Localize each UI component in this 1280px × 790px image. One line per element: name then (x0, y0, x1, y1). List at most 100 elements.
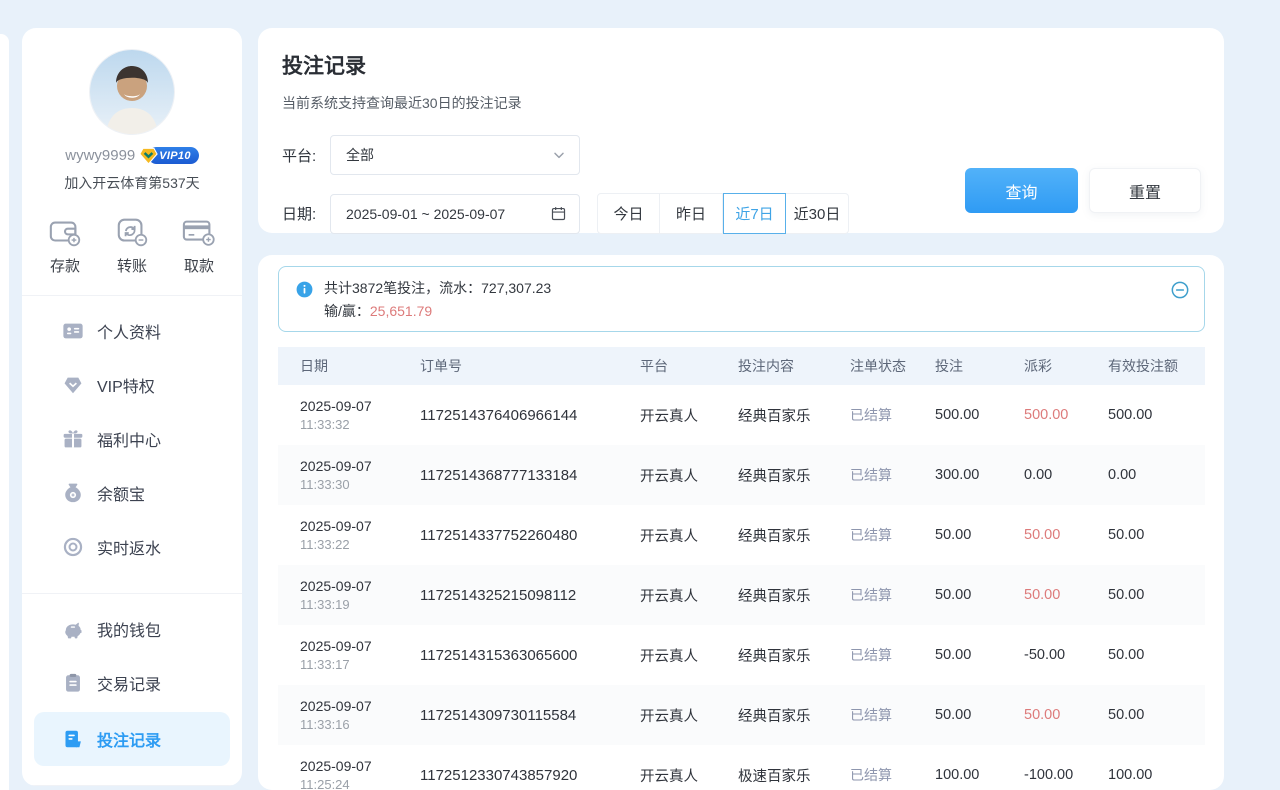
date-range-value: 2025-09-01 ~ 2025-09-07 (346, 206, 505, 222)
table-row: 2025-09-07 11:25:24 1172512330743857920 … (278, 745, 1205, 790)
filter-card: 投注记录 当前系统支持查询最近30日的投注记录 平台: 全部 日期: 2025-… (258, 28, 1224, 233)
cell-valid-amount: 50.00 (1108, 707, 1205, 723)
cell-bet-content: 极速百家乐 (738, 765, 850, 786)
cell-bet-content: 经典百家乐 (738, 705, 850, 726)
sidebar-item-label: 投注记录 (97, 727, 161, 751)
sidebar-nav-secondary: 我的钱包 交易记录 投注记录 (22, 602, 242, 766)
platform-select-value: 全部 (346, 145, 374, 165)
cell-bet-amount: 50.00 (935, 587, 1024, 603)
cell-date: 2025-09-07 11:33:16 (300, 697, 420, 734)
cell-valid-amount: 100.00 (1108, 767, 1205, 783)
vip-gem-icon (138, 145, 159, 166)
gem-icon (62, 374, 84, 396)
page-title: 投注记录 (282, 50, 1200, 80)
cell-platform: 开云真人 (640, 705, 738, 726)
table-body: 2025-09-07 11:33:32 1172514376406966144 … (278, 385, 1205, 790)
deposit-wallet-icon (46, 215, 84, 249)
platform-select[interactable]: 全部 (330, 135, 580, 175)
winloss-label: 输/赢： (324, 303, 370, 319)
sidebar-item-yuebao[interactable]: 余额宝 (22, 466, 242, 520)
sidebar-item-rebate[interactable]: 实时返水 (22, 520, 242, 574)
cell-status: 已结算 (850, 585, 935, 605)
cell-order-number: 1172514325215098112 (420, 587, 640, 604)
range-today-button[interactable]: 今日 (597, 193, 660, 234)
sidebar-divider (22, 785, 242, 786)
cell-bet-content: 经典百家乐 (738, 585, 850, 606)
quick-range-group: 今日 昨日 近7日 近30日 (597, 193, 849, 234)
cell-order-number: 1172514309730115584 (420, 707, 640, 724)
cell-valid-amount: 50.00 (1108, 587, 1205, 603)
transfer-icon (113, 215, 151, 249)
cell-payout: 50.00 (1024, 707, 1108, 723)
cell-date: 2025-09-07 11:33:30 (300, 457, 420, 494)
table-row: 2025-09-07 11:33:19 1172514325215098112 … (278, 565, 1205, 625)
gift-icon (62, 428, 84, 450)
sidebar-item-vip[interactable]: VIP特权 (22, 358, 242, 412)
table-row: 2025-09-07 11:33:32 1172514376406966144 … (278, 385, 1205, 445)
page-subtitle: 当前系统支持查询最近30日的投注记录 (282, 93, 1200, 113)
date-range-input[interactable]: 2025-09-01 ~ 2025-09-07 (330, 194, 580, 234)
sidebar-item-transactions[interactable]: 交易记录 (22, 656, 242, 710)
cell-platform: 开云真人 (640, 765, 738, 786)
withdraw-button[interactable]: 取款 (180, 215, 218, 276)
info-icon (295, 280, 314, 299)
cell-bet-amount: 100.00 (935, 767, 1024, 783)
sidebar-item-benefits[interactable]: 福利中心 (22, 412, 242, 466)
transfer-button[interactable]: 转账 (113, 215, 151, 276)
sidebar-item-label: 余额宝 (97, 481, 145, 505)
cell-platform: 开云真人 (640, 585, 738, 606)
sidebar-item-label: 实时返水 (97, 535, 161, 559)
table-row: 2025-09-07 11:33:30 1172514368777133184 … (278, 445, 1205, 505)
table-header: 日期 订单号 平台 投注内容 注单状态 投注 派彩 有效投注额 (278, 347, 1205, 385)
sidebar-item-label: 我的钱包 (97, 617, 161, 641)
winloss-value: 25,651.79 (370, 303, 432, 319)
sidebar-item-wallet[interactable]: 我的钱包 (22, 602, 242, 656)
collapse-minus-icon[interactable] (1170, 280, 1190, 300)
sidebar-item-label: 个人资料 (97, 319, 161, 343)
platform-label: 平台: (282, 145, 330, 166)
cell-bet-amount: 500.00 (935, 407, 1024, 423)
table-row: 2025-09-07 11:33:22 1172514337752260480 … (278, 505, 1205, 565)
cell-payout: 50.00 (1024, 587, 1108, 603)
sidebar-item-label: 交易记录 (97, 671, 161, 695)
cell-payout: 50.00 (1024, 527, 1108, 543)
transfer-label: 转账 (117, 255, 147, 276)
sidebar-item-profile[interactable]: 个人资料 (22, 304, 242, 358)
cell-payout: -50.00 (1024, 647, 1108, 663)
records-card: 共计3872笔投注，流水：727,307.23 输/赢：25,651.79 日期… (258, 255, 1224, 790)
range-30days-button[interactable]: 近30日 (786, 193, 849, 234)
withdraw-label: 取款 (184, 255, 214, 276)
cell-bet-amount: 50.00 (935, 527, 1024, 543)
cell-status: 已结算 (850, 765, 935, 785)
cell-valid-amount: 50.00 (1108, 647, 1205, 663)
cell-order-number: 1172514368777133184 (420, 467, 640, 484)
reset-button[interactable]: 重置 (1089, 168, 1201, 213)
cell-date: 2025-09-07 11:33:32 (300, 397, 420, 434)
cell-order-number: 1172512330743857920 (420, 767, 640, 784)
col-status: 注单状态 (850, 356, 935, 376)
cell-payout: 0.00 (1024, 467, 1108, 483)
deposit-button[interactable]: 存款 (46, 215, 84, 276)
query-button[interactable]: 查询 (965, 168, 1078, 213)
date-label: 日期: (282, 203, 330, 224)
cell-status: 已结算 (850, 405, 935, 425)
username: wywy9999 (65, 147, 135, 164)
money-pouch-icon (62, 482, 84, 504)
cell-date: 2025-09-07 11:33:19 (300, 577, 420, 614)
cell-bet-amount: 300.00 (935, 467, 1024, 483)
cell-valid-amount: 500.00 (1108, 407, 1205, 423)
cell-order-number: 1172514315363065600 (420, 647, 640, 664)
col-date: 日期 (300, 356, 420, 376)
cell-order-number: 1172514376406966144 (420, 407, 640, 424)
action-buttons: 查询 重置 (965, 168, 1201, 213)
cell-order-number: 1172514337752260480 (420, 527, 640, 544)
sidebar-item-bet-records[interactable]: 投注记录 (34, 712, 230, 766)
range-yesterday-button[interactable]: 昨日 (660, 193, 723, 234)
chevron-down-icon (551, 147, 567, 163)
cell-status: 已结算 (850, 645, 935, 665)
cell-status: 已结算 (850, 705, 935, 725)
summary-banner: 共计3872笔投注，流水：727,307.23 输/赢：25,651.79 (278, 266, 1205, 332)
range-7days-button[interactable]: 近7日 (723, 193, 786, 234)
cell-bet-content: 经典百家乐 (738, 645, 850, 666)
cell-bet-amount: 50.00 (935, 647, 1024, 663)
